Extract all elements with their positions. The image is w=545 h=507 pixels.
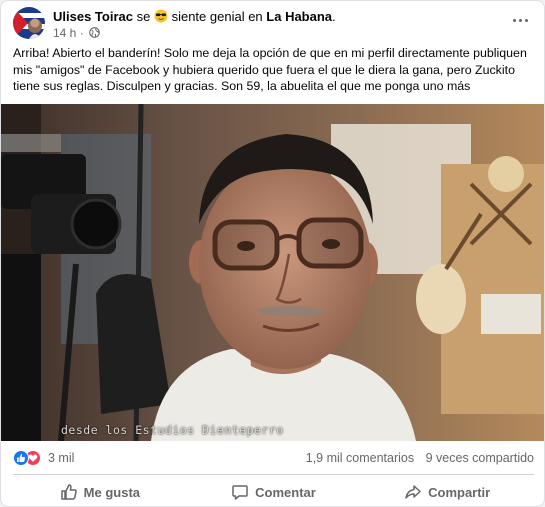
location-link[interactable]: La Habana (266, 9, 332, 24)
share-label: Compartir (428, 484, 491, 500)
share-button[interactable]: Compartir (360, 476, 534, 506)
like-icon (13, 450, 29, 466)
image-watermark: desde los Estudios Dienteperro (61, 423, 284, 437)
post-card: Ulises Toirac se siente genial en La Hab… (0, 0, 545, 507)
stats-divider (13, 474, 534, 475)
post-meta: 14 h · (53, 26, 100, 40)
thumbs-up-icon (60, 484, 77, 500)
feeling-prefix: se (136, 9, 151, 24)
shares-count[interactable]: 9 veces compartido (426, 451, 534, 465)
post-time[interactable]: 14 h (53, 26, 76, 40)
more-options-button[interactable] (506, 9, 534, 31)
post-photo[interactable] (1, 104, 544, 441)
meta-separator: · (79, 26, 84, 40)
post-stats: 3 mil 1,9 mil comentarios 9 veces compar… (13, 447, 534, 469)
engagement-counts: 1,9 mil comentarios 9 veces compartido (298, 451, 534, 465)
post-body-text: Arriba! Abierto el banderín! Solo me dej… (13, 46, 527, 93)
reactions-count: 3 mil (48, 451, 75, 465)
share-arrow-icon (405, 485, 421, 499)
more-dot-icon (524, 18, 528, 22)
more-dot-icon (512, 18, 516, 22)
comment-label: Comentar (255, 484, 316, 500)
comments-count[interactable]: 1,9 mil comentarios (306, 451, 414, 465)
author-line: Ulises Toirac se siente genial en La Hab… (53, 9, 336, 25)
like-label: Me gusta (83, 484, 140, 500)
comment-button[interactable]: Comentar (187, 476, 361, 506)
reaction-summary[interactable]: 3 mil (13, 449, 74, 467)
author-name[interactable]: Ulises Toirac (53, 9, 133, 24)
comment-bubble-icon (232, 485, 248, 500)
more-dot-icon (518, 18, 522, 22)
sunglasses-face-icon (154, 9, 168, 23)
avatar[interactable] (13, 7, 45, 39)
feeling-text: siente genial en (171, 9, 263, 24)
post-header: Ulises Toirac se siente genial en La Hab… (13, 7, 534, 40)
post-actions: Me gusta Comentar Compartir (13, 476, 534, 506)
globe-icon[interactable] (89, 27, 100, 38)
location-suffix: . (332, 9, 336, 24)
like-button[interactable]: Me gusta (13, 476, 187, 506)
